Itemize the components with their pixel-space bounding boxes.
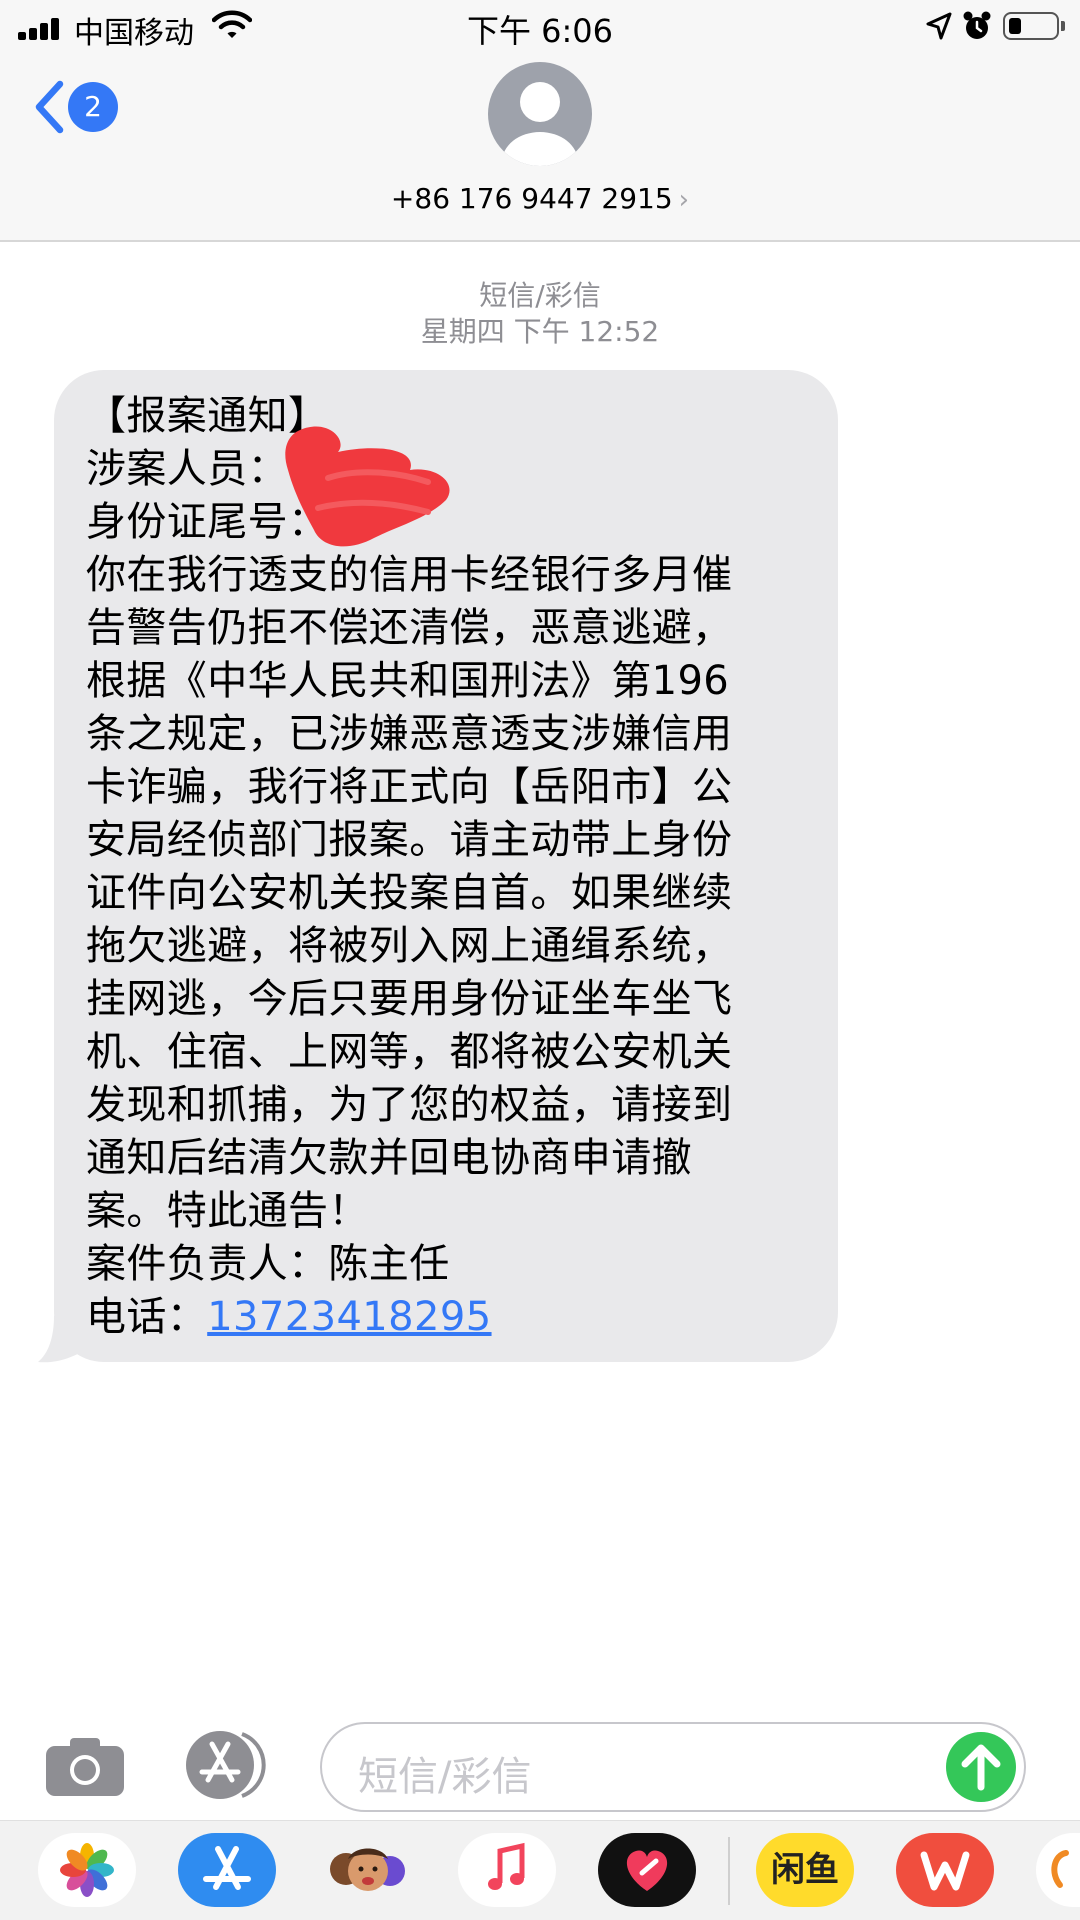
message-line: 条之规定，已涉嫌恶意透支涉嫌信用 bbox=[86, 711, 733, 757]
message-line: 告警告仍拒不偿还清偿，恶意逃避， bbox=[86, 605, 733, 651]
message-line: 机、住宿、上网等，都将被公安机关 bbox=[86, 1029, 733, 1075]
location-arrow-icon bbox=[926, 12, 952, 40]
memoji-app-icon[interactable] bbox=[318, 1833, 416, 1907]
send-button[interactable] bbox=[946, 1732, 1016, 1802]
send-arrow-icon bbox=[961, 1744, 1001, 1791]
message-line: 拖欠逃避，将被列入网上通缉系统， bbox=[86, 923, 733, 969]
music-app-icon[interactable] bbox=[458, 1833, 556, 1907]
message-line: 挂网逃，今后只要用身份证坐车坐飞 bbox=[86, 976, 733, 1022]
xianyu-app-icon[interactable]: 闲鱼 bbox=[756, 1833, 854, 1907]
battery-icon bbox=[1003, 12, 1059, 40]
contact-number: +86 176 9447 2915 bbox=[390, 182, 673, 215]
wps-app-icon[interactable] bbox=[896, 1833, 994, 1907]
message-line: 通知后结清欠款并回电协商申请撤 bbox=[86, 1135, 692, 1181]
conversation-header: 2 +86 176 9447 2915 › bbox=[0, 54, 1080, 242]
chevron-right-icon: › bbox=[678, 185, 690, 215]
unread-count-badge[interactable]: 2 bbox=[68, 82, 118, 132]
message-type-label: 短信/彩信 bbox=[479, 279, 601, 312]
message-line: 你在我行透支的信用卡经银行多月催 bbox=[86, 552, 733, 598]
back-chevron-icon[interactable] bbox=[32, 78, 66, 136]
message-line: 发现和抓捕，为了您的权益，请接到 bbox=[86, 1082, 733, 1128]
messages-screen: 中国移动 下午 6:06 2 +86 176 9447 2915 › 短信/彩信… bbox=[0, 0, 1080, 1920]
battery-level bbox=[1009, 18, 1021, 34]
message-line: 案件负责人：陈主任 bbox=[86, 1241, 450, 1287]
drawer-divider bbox=[728, 1837, 730, 1905]
heart-app-icon[interactable] bbox=[598, 1833, 696, 1907]
partial-app-icon[interactable] bbox=[1036, 1833, 1080, 1907]
camera-icon[interactable] bbox=[44, 1736, 126, 1798]
message-line: 根据《中华人民共和国刑法》第196 bbox=[86, 658, 730, 704]
photos-app-icon[interactable] bbox=[38, 1833, 136, 1907]
app-drawer: 闲鱼 bbox=[0, 1820, 1080, 1920]
red-redaction-scribble bbox=[285, 426, 450, 547]
message-timestamp: 星期四 下午 12:52 bbox=[420, 315, 660, 348]
message-line: 案。特此通告！ bbox=[86, 1188, 369, 1234]
app-store-icon[interactable] bbox=[182, 1730, 276, 1800]
message-line: 证件向公安机关投案自首。如果继续 bbox=[86, 870, 733, 916]
alarm-clock-icon bbox=[963, 11, 991, 39]
message-phone-line: 电话：13723418295 bbox=[86, 1291, 818, 1344]
message-line: 安局经侦部门报案。请主动带上身份 bbox=[86, 817, 733, 863]
status-time: 下午 6:06 bbox=[466, 12, 614, 50]
phone-number-link[interactable]: 13723418295 bbox=[207, 1294, 491, 1340]
contact-details-link[interactable]: +86 176 9447 2915 › bbox=[0, 182, 1080, 215]
app-store-app-icon[interactable] bbox=[178, 1833, 276, 1907]
message-line: 卡诈骗，我行将正式向【岳阳市】公 bbox=[86, 764, 733, 810]
message-input[interactable]: 短信/彩信 bbox=[320, 1722, 1026, 1812]
contact-avatar-icon[interactable] bbox=[488, 62, 592, 166]
battery-tip bbox=[1061, 21, 1065, 31]
xianyu-app-label: 闲鱼 bbox=[771, 1850, 839, 1890]
phone-label: 电话： bbox=[86, 1294, 208, 1340]
message-input-placeholder: 短信/彩信 bbox=[358, 1754, 532, 1800]
status-bar: 中国移动 下午 6:06 bbox=[0, 0, 1080, 54]
